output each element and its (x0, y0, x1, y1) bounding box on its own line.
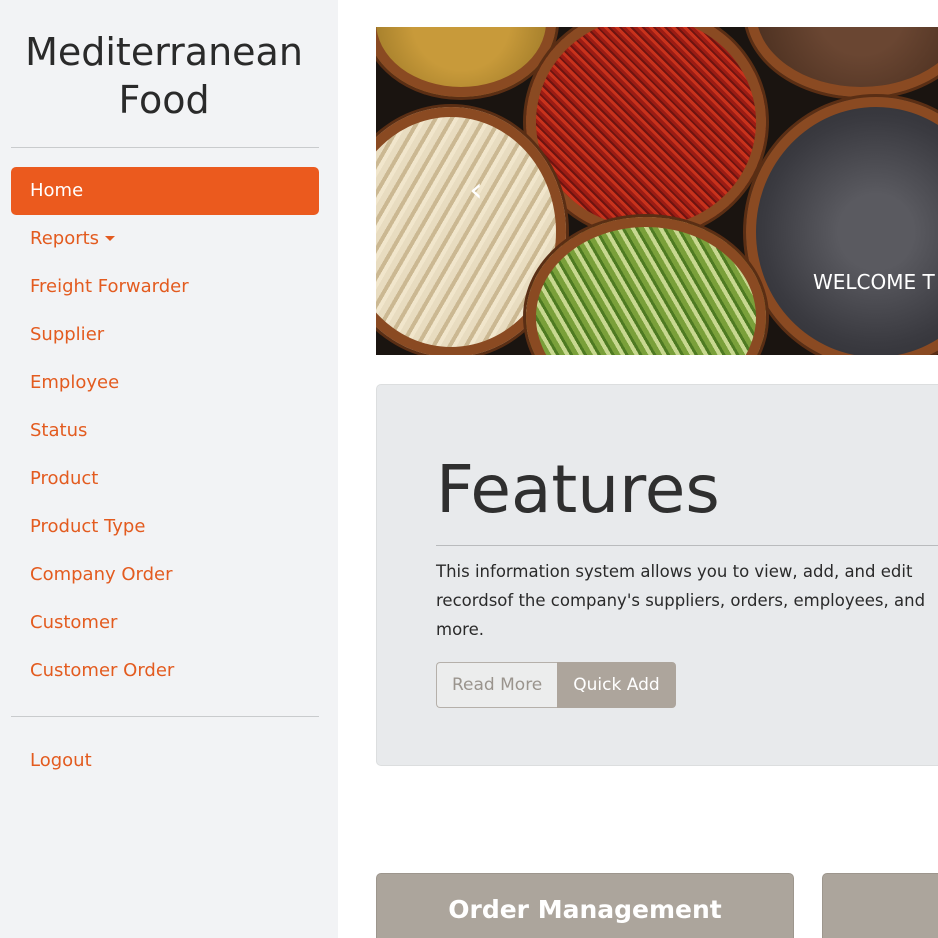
sidebar-divider-top (11, 147, 319, 148)
sidebar-nav: Home Reports Freight Forwarder Supplier … (11, 167, 319, 695)
carousel-image-spice-bowl (746, 27, 938, 97)
hero-carousel: ‹ WELCOME T (376, 27, 938, 355)
features-button-group: Read More Quick Add (436, 662, 676, 708)
brand-line-1: Mediterranean (25, 30, 303, 74)
sidebar-item-label: Product (30, 468, 99, 489)
sidebar-item-label: Customer (30, 612, 118, 633)
sidebar-item-label: Status (30, 420, 88, 441)
features-description: This information system allows you to vi… (436, 562, 926, 639)
logout-link[interactable]: Logout (11, 737, 319, 785)
sidebar-item-label: Supplier (30, 324, 105, 345)
card-title: Order Management (448, 895, 722, 924)
sidebar-item-reports[interactable]: Reports (11, 215, 319, 263)
sidebar-item-freight-forwarder[interactable]: Freight Forwarder (11, 263, 319, 311)
carousel-image-spice-bowl (746, 97, 938, 355)
sidebar-item-product[interactable]: Product (11, 455, 319, 503)
sidebar-item-customer-order[interactable]: Customer Order (11, 647, 319, 695)
sidebar-item-company-order[interactable]: Company Order (11, 551, 319, 599)
carousel-caption: WELCOME T (813, 270, 935, 294)
sidebar-item-employee[interactable]: Employee (11, 359, 319, 407)
sidebar-item-label: Customer Order (30, 660, 175, 681)
features-title: Features (436, 451, 720, 528)
sidebar-item-supplier[interactable]: Supplier (11, 311, 319, 359)
order-management-card[interactable]: Order Management (376, 873, 794, 938)
sidebar-item-label: Home (30, 180, 84, 201)
read-more-button[interactable]: Read More (436, 662, 558, 708)
carousel-image-spice-bowl (376, 27, 556, 97)
brand-line-2: Food (118, 78, 210, 122)
sidebar-item-label: Freight Forwarder (30, 276, 189, 297)
sidebar-item-customer[interactable]: Customer (11, 599, 319, 647)
sidebar-item-label: Reports (30, 228, 100, 249)
features-divider (436, 545, 938, 546)
quick-add-button[interactable]: Quick Add (557, 662, 676, 708)
sidebar-item-label: Company Order (30, 564, 173, 585)
brand-title[interactable]: Mediterranean Food (0, 28, 328, 124)
features-panel: Features This information system allows … (376, 384, 938, 766)
second-card[interactable] (822, 873, 938, 938)
carousel-prev-icon[interactable]: ‹ (464, 170, 488, 210)
sidebar-item-status[interactable]: Status (11, 407, 319, 455)
sidebar-item-label: Product Type (30, 516, 146, 537)
sidebar: Mediterranean Food Home Reports Freight … (0, 0, 338, 938)
sidebar-item-home[interactable]: Home (11, 167, 319, 215)
sidebar-item-label: Employee (30, 372, 120, 393)
chevron-down-icon (105, 236, 116, 241)
sidebar-divider-bottom (11, 716, 319, 717)
sidebar-item-product-type[interactable]: Product Type (11, 503, 319, 551)
